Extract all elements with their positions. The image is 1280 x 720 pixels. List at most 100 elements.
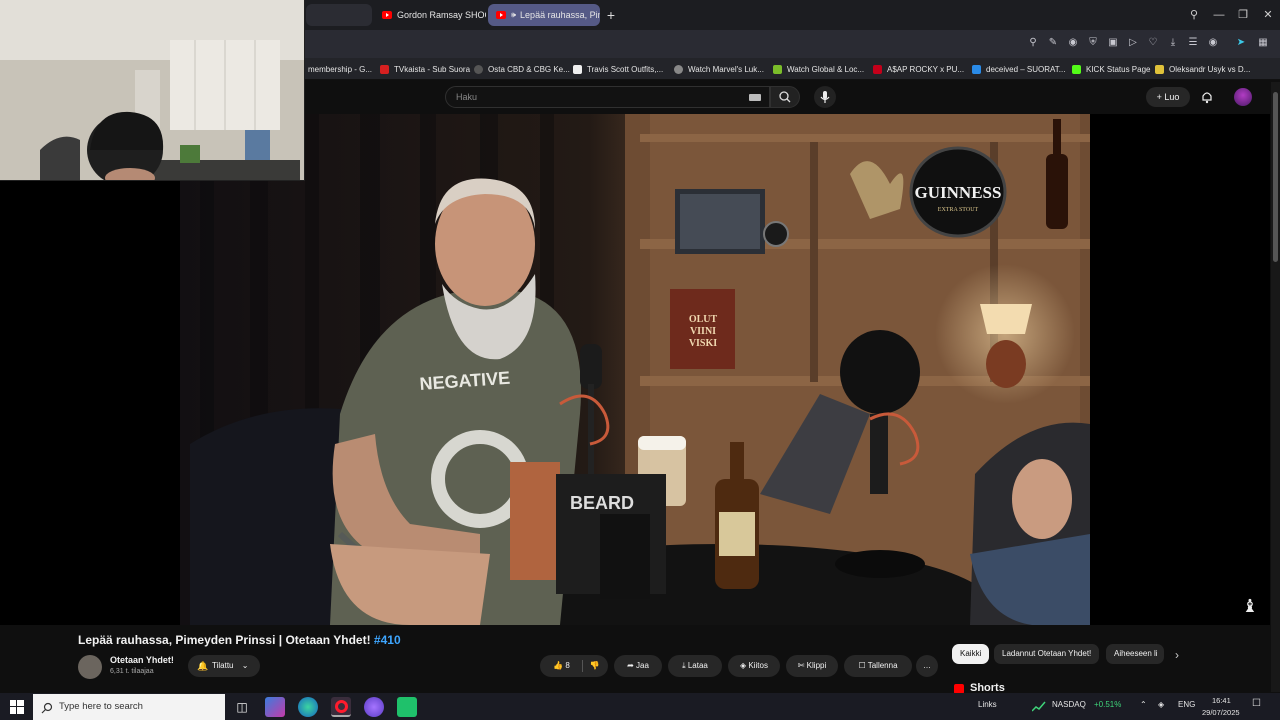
clip-button[interactable]: ✄ Klippi xyxy=(786,655,838,677)
save-button[interactable]: ☐ Tallenna xyxy=(844,655,912,677)
channel-name[interactable]: Otetaan Yhdet! xyxy=(110,655,174,665)
channel-avatar[interactable] xyxy=(78,655,102,679)
taskbar-app-icon[interactable] xyxy=(265,697,285,717)
bookmark-item[interactable]: membership - G... xyxy=(308,62,372,76)
show-hidden-icons-icon[interactable]: ⌃ xyxy=(1140,700,1147,709)
restore-icon[interactable]: ❐ xyxy=(1235,8,1251,22)
browser-tab-active[interactable]: 🕪 Lepää rauhassa, Pime xyxy=(488,4,600,26)
video-frame: GUINNESS EXTRA STOUT OLUT VIINI VISKI NE… xyxy=(180,114,1090,625)
thanks-button[interactable]: ◈ Kiitos xyxy=(728,655,780,677)
bookmark-item[interactable]: KICK Status Page xyxy=(1072,62,1150,76)
cube-icon[interactable]: ▣ xyxy=(1106,36,1120,50)
chip-related[interactable]: Aiheeseen li xyxy=(1106,644,1164,664)
chevron-right-icon[interactable]: › xyxy=(1170,648,1184,662)
scrollbar-thumb[interactable] xyxy=(1273,92,1278,262)
keyboard-icon[interactable] xyxy=(749,94,761,101)
edge-icon[interactable] xyxy=(298,697,318,717)
windows-start-button[interactable] xyxy=(10,700,24,714)
youtube-favicon-icon xyxy=(382,11,392,19)
speaker-icon: 🕪 xyxy=(511,10,517,19)
search-input[interactable]: Haku xyxy=(445,86,770,108)
network-icon[interactable]: ◈ xyxy=(1158,700,1164,709)
share-icon: ➦ xyxy=(627,661,637,670)
search-icon xyxy=(779,91,791,103)
clock-date[interactable]: 29/07/2025 xyxy=(1202,708,1240,717)
guinness-sign-sub: EXTRA STOUT xyxy=(938,207,979,213)
browser-tab-gordon[interactable]: Gordon Ramsay SHOCKE xyxy=(374,4,486,26)
shield-icon[interactable]: ⛨ xyxy=(1086,36,1100,50)
opera-icon[interactable] xyxy=(331,697,351,717)
discord-icon[interactable] xyxy=(364,697,384,717)
chip-all[interactable]: Kaikki xyxy=(952,644,990,664)
chip-channel[interactable]: Ladannut Otetaan Yhdet! xyxy=(994,644,1100,664)
tab-label: Gordon Ramsay SHOCKE xyxy=(397,10,486,20)
bookmark-item[interactable]: Travis Scott Outfits,... xyxy=(573,62,663,76)
youtube-favicon-icon xyxy=(496,11,506,19)
guinness-sign: GUINNESS xyxy=(915,183,1002,202)
scissors-icon: ✄ xyxy=(797,661,807,670)
bookmark-item[interactable]: Oleksandr Usyk vs D... xyxy=(1155,62,1250,76)
bookmark-item[interactable]: TVkaista - Sub Suora xyxy=(380,62,470,76)
minimize-icon[interactable]: — xyxy=(1211,8,1227,22)
bookmark-item[interactable]: A$AP ROCKY x PU... xyxy=(873,62,964,76)
play-icon[interactable]: ▷ xyxy=(1126,36,1140,50)
microphone-icon xyxy=(820,91,830,103)
heart-icon[interactable]: ♡ xyxy=(1146,36,1160,50)
bookmark-icon: ☐ xyxy=(858,661,868,670)
search-button[interactable] xyxy=(770,86,800,108)
notification-center-icon[interactable]: ☐ xyxy=(1252,698,1261,709)
taskbar-search-input[interactable]: Type here to search xyxy=(33,694,225,720)
bookmark-label: A$AP ROCKY x PU... xyxy=(887,64,965,74)
more-actions-button[interactable]: … xyxy=(916,655,938,677)
create-button[interactable]: + Luo xyxy=(1146,87,1190,107)
search-tabs-icon[interactable]: ⚲ xyxy=(1186,8,1202,22)
bookmark-label: TVkaista - Sub Suora xyxy=(394,64,471,74)
bookmark-item[interactable]: deceived – SUORAT... xyxy=(972,62,1065,76)
opera-logo xyxy=(334,700,348,713)
bookmark-favicon-icon xyxy=(972,64,981,74)
channel-watermark-icon[interactable]: ♝ xyxy=(1240,596,1260,616)
video-title-text: Lepää rauhassa, Pimeyden Prinssi | Oteta… xyxy=(78,633,371,647)
bookmark-label: Travis Scott Outfits,... xyxy=(587,64,664,74)
notifications-button[interactable] xyxy=(1200,90,1214,104)
subscribe-button[interactable]: 🔔 Tilattu ⌄ xyxy=(188,655,260,677)
nasdaq-label[interactable]: NASDAQ xyxy=(1052,700,1086,709)
user-avatar[interactable] xyxy=(1234,88,1252,106)
bookmark-label: Oleksandr Usyk vs D... xyxy=(1169,64,1251,74)
video-hashtag[interactable]: #410 xyxy=(374,633,401,647)
subscriber-count: 6,31 t. tilaajaa xyxy=(110,668,154,675)
share-button[interactable]: ➦ Jaa xyxy=(614,655,662,677)
menu-icon[interactable]: ☰ xyxy=(1186,36,1200,50)
bookmark-favicon-icon xyxy=(1155,64,1164,74)
dislike-button[interactable]: 👎 xyxy=(583,655,607,677)
new-tab-button[interactable]: + xyxy=(604,8,618,22)
edit-icon[interactable]: ✎ xyxy=(1046,36,1060,50)
video-player[interactable]: GUINNESS EXTRA STOUT OLUT VIINI VISKI NE… xyxy=(180,114,1090,625)
extension-icon[interactable]: ➤ xyxy=(1234,36,1248,50)
links-toolbar[interactable]: Links xyxy=(978,700,997,709)
download-button[interactable]: ⤓ Lataa xyxy=(668,655,722,677)
extensions-puzzle-icon[interactable]: ▦ xyxy=(1256,36,1270,50)
like-dislike-group: 👍 8 👎 xyxy=(540,655,608,677)
share-label: Jaa xyxy=(636,661,649,670)
download-label: Lataa xyxy=(687,661,708,670)
spotify-icon[interactable] xyxy=(397,697,417,717)
close-icon[interactable]: ✕ xyxy=(1260,8,1276,22)
camera-icon[interactable]: ◉ xyxy=(1066,36,1080,50)
task-view-icon[interactable]: ◫ xyxy=(232,697,252,717)
bookmark-item[interactable]: Osta CBD & CBG Ke... xyxy=(474,62,570,76)
bookmark-item[interactable]: Watch Global & Loc... xyxy=(773,62,864,76)
download-icon[interactable]: ⤓ xyxy=(1166,36,1180,50)
voice-search-button[interactable] xyxy=(814,86,836,108)
bookmark-item[interactable]: Watch Marvel's Luk... xyxy=(674,62,764,76)
bookmark-favicon-icon xyxy=(674,64,683,74)
webcam-frame xyxy=(0,0,304,180)
product-box-text: BEARD xyxy=(570,493,634,513)
browser-tab-blank[interactable] xyxy=(306,4,372,26)
like-button[interactable]: 👍 8 xyxy=(542,655,582,677)
zoom-icon[interactable]: ⚲ xyxy=(1026,36,1040,50)
language-indicator[interactable]: ENG xyxy=(1178,700,1195,709)
bookmark-label: Watch Global & Loc... xyxy=(787,64,865,74)
clock-time[interactable]: 16:41 xyxy=(1212,696,1231,705)
profile-icon[interactable]: ◉ xyxy=(1206,36,1220,50)
